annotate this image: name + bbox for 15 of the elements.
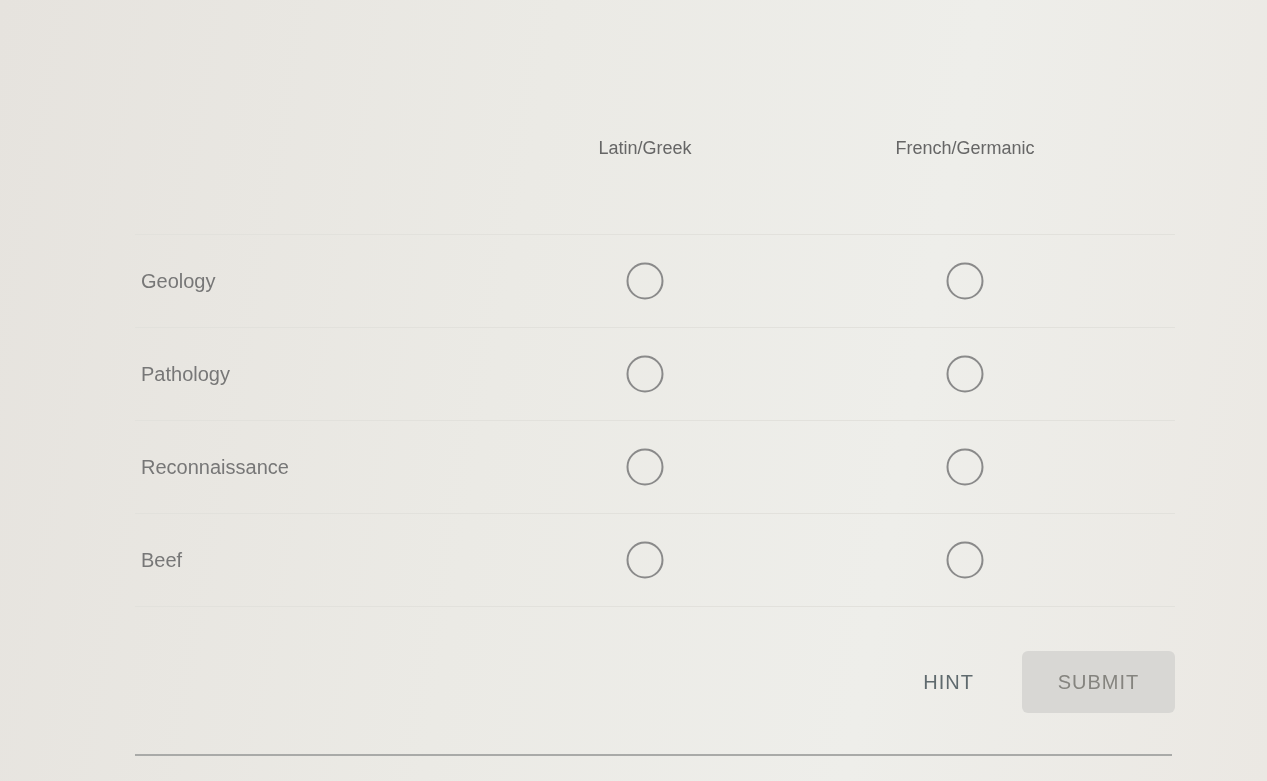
radio-button[interactable] bbox=[946, 262, 984, 300]
row-label: Reconnaissance bbox=[141, 455, 289, 479]
radio-button[interactable] bbox=[626, 262, 664, 300]
row-label: Beef bbox=[141, 548, 183, 572]
hint-button[interactable]: HINT bbox=[919, 662, 978, 702]
radio-button[interactable] bbox=[946, 448, 984, 486]
radio-button[interactable] bbox=[946, 355, 984, 393]
radio-button[interactable] bbox=[626, 448, 664, 486]
row-label: Pathology bbox=[141, 362, 230, 386]
radio-button[interactable] bbox=[946, 541, 984, 579]
column-header: Latin/Greek bbox=[598, 138, 692, 159]
radio-button[interactable] bbox=[626, 355, 664, 393]
radio-button[interactable] bbox=[626, 541, 664, 579]
column-header: French/Germanic bbox=[895, 138, 1035, 159]
row-label: Geology bbox=[141, 269, 216, 293]
